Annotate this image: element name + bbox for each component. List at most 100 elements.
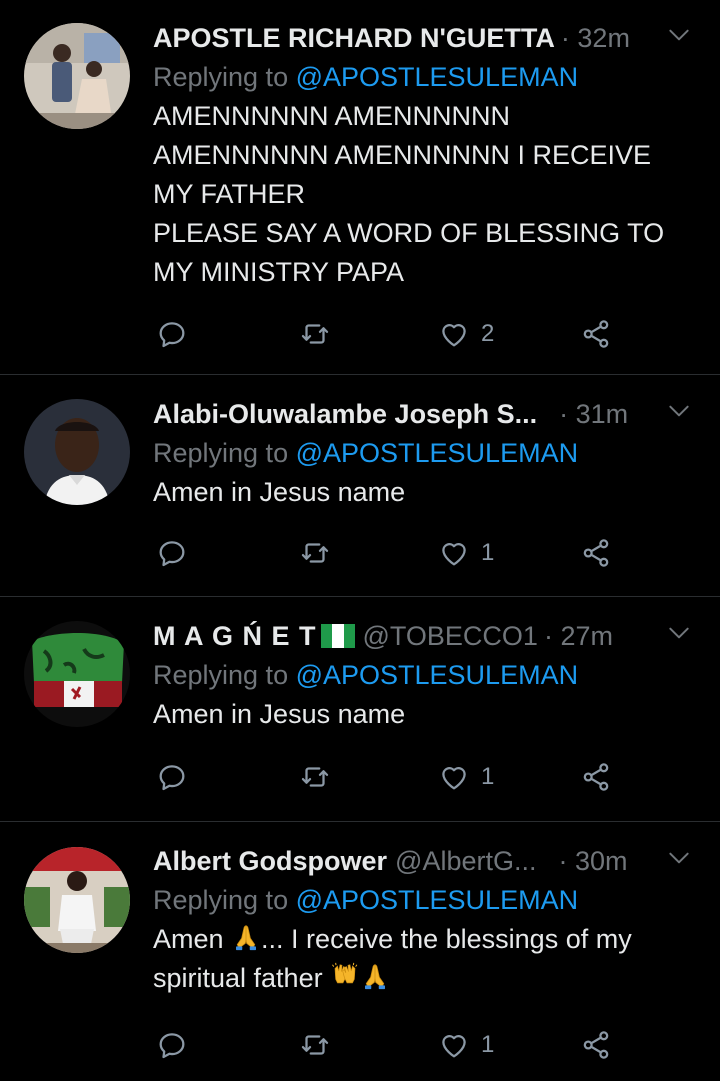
- folded-hands-emoji: [360, 961, 390, 991]
- reply-button[interactable]: [155, 757, 189, 797]
- retweet-icon: [298, 317, 332, 351]
- replying-to: Replying to @APOSTLESULEMAN: [153, 62, 700, 93]
- retweet-button[interactable]: [298, 314, 332, 354]
- retweet-button[interactable]: [298, 1025, 332, 1065]
- action-bar: 2: [153, 314, 623, 354]
- action-bar: 1: [153, 533, 623, 573]
- retweet-icon: [298, 760, 332, 794]
- share-icon: [579, 1028, 613, 1062]
- share-icon: [579, 760, 613, 794]
- reply-button[interactable]: [155, 1025, 189, 1065]
- tweet-text: AMENNNNNN AMENNNNNN AMENNNNNN AMENNNNNN …: [153, 97, 700, 292]
- replying-label: Replying to: [153, 62, 296, 92]
- avatar[interactable]: [24, 23, 130, 129]
- replying-label: Replying to: [153, 885, 296, 915]
- chevron-down-icon[interactable]: [666, 398, 692, 424]
- tweet-header: Albert Godspower @AlbertG... · 30m: [153, 843, 700, 879]
- chevron-down-icon[interactable]: [666, 22, 692, 48]
- share-icon: [579, 536, 613, 570]
- tweet-line: AMENNNNNN AMENNNNNN: [153, 101, 511, 131]
- tweet-line: spiritual father: [153, 959, 700, 998]
- timestamp[interactable]: · 32m: [561, 23, 630, 54]
- like-count: 2: [481, 320, 495, 347]
- retweet-button[interactable]: [298, 757, 332, 797]
- avatar[interactable]: [24, 399, 130, 505]
- replying-label: Replying to: [153, 660, 296, 690]
- tweet-4[interactable]: Albert Godspower @AlbertG... · 30m Reply…: [0, 822, 720, 1081]
- avatar[interactable]: [24, 621, 130, 727]
- display-name[interactable]: Albert Godspower: [153, 846, 387, 877]
- tweet-header: M A G Ń E T @TOBECCO1 · 27m: [153, 618, 700, 654]
- heart-icon: [437, 760, 471, 794]
- like-button[interactable]: 1: [437, 1025, 494, 1065]
- like-count: 1: [481, 1031, 495, 1058]
- retweet-icon: [298, 1028, 332, 1062]
- tweet-line: AMENNNNNN AMENNNNNN I RECEIVE: [153, 140, 652, 170]
- avatar-photo: [24, 23, 130, 129]
- heart-icon: [437, 317, 471, 351]
- display-name[interactable]: M A G Ń E T: [153, 621, 317, 652]
- nigeria-flag-emoji: [320, 624, 355, 648]
- chevron-down-icon[interactable]: [666, 620, 692, 646]
- reply-button[interactable]: [155, 314, 189, 354]
- reply-mention-link[interactable]: @APOSTLESULEMAN: [296, 660, 579, 690]
- reply-mention-link[interactable]: @APOSTLESULEMAN: [296, 438, 579, 468]
- like-button[interactable]: 1: [437, 757, 494, 797]
- tweet-line: Amen in Jesus name: [153, 477, 406, 507]
- user-handle[interactable]: @TOBECCO1: [363, 621, 538, 652]
- share-button[interactable]: [579, 314, 613, 354]
- retweet-button[interactable]: [298, 533, 332, 573]
- raising-hands-emoji: [330, 961, 360, 991]
- replying-to: Replying to @APOSTLESULEMAN: [153, 885, 700, 916]
- user-handle[interactable]: @AlbertG...: [395, 846, 536, 877]
- replying-to: Replying to @APOSTLESULEMAN: [153, 438, 700, 469]
- reply-mention-link[interactable]: @APOSTLESULEMAN: [296, 885, 579, 915]
- like-button[interactable]: 2: [437, 314, 494, 354]
- tweet-line: Amen ... I receive the blessings of my: [153, 920, 700, 959]
- retweet-icon: [298, 536, 332, 570]
- display-name[interactable]: APOSTLE RICHARD N'GUETTA: [153, 23, 555, 54]
- replying-label: Replying to: [153, 438, 296, 468]
- timestamp[interactable]: · 31m: [559, 399, 628, 430]
- tweet-text: Amen in Jesus name: [153, 695, 700, 734]
- replying-to: Replying to @APOSTLESULEMAN: [153, 660, 700, 691]
- avatar[interactable]: [24, 847, 130, 953]
- reply-icon: [155, 1028, 189, 1062]
- tweet-1[interactable]: APOSTLE RICHARD N'GUETTA · 32m Replying …: [0, 0, 720, 375]
- tweet-line: MY MINISTRY PAPA: [153, 257, 405, 287]
- tweet-line: Amen in Jesus name: [153, 699, 406, 729]
- chevron-down-icon[interactable]: [666, 845, 692, 871]
- heart-icon: [437, 536, 471, 570]
- avatar-photo: [24, 399, 130, 505]
- display-name[interactable]: Alabi-Oluwalambe Joseph S...: [153, 399, 537, 430]
- like-button[interactable]: 1: [437, 533, 494, 573]
- tweet-3[interactable]: M A G Ń E T @TOBECCO1 · 27m Replying to …: [0, 597, 720, 822]
- action-bar: 1: [153, 757, 623, 797]
- reply-icon: [155, 760, 189, 794]
- reply-icon: [155, 536, 189, 570]
- avatar-photo: [24, 847, 130, 953]
- timestamp[interactable]: · 30m: [558, 846, 627, 877]
- reply-icon: [155, 317, 189, 351]
- tweet-text: Amen ... I receive the blessings of my s…: [153, 920, 700, 998]
- share-button[interactable]: [579, 757, 613, 797]
- like-count: 1: [481, 763, 495, 790]
- tweet-line: PLEASE SAY A WORD OF BLESSING TO: [153, 218, 665, 248]
- reply-mention-link[interactable]: @APOSTLESULEMAN: [296, 62, 579, 92]
- share-icon: [579, 317, 613, 351]
- tweet-text-segment: Amen: [153, 924, 232, 954]
- reply-button[interactable]: [155, 533, 189, 573]
- tweet-header: Alabi-Oluwalambe Joseph S... · 31m: [153, 396, 700, 432]
- tweet-text-segment: ... I receive the blessings of my: [261, 924, 632, 954]
- tweet-line: MY FATHER: [153, 179, 306, 209]
- timestamp[interactable]: · 27m: [544, 621, 613, 652]
- share-button[interactable]: [579, 1025, 613, 1065]
- tweet-text: Amen in Jesus name: [153, 473, 700, 512]
- like-count: 1: [481, 539, 495, 566]
- avatar-photo: [24, 621, 130, 727]
- tweet-header: APOSTLE RICHARD N'GUETTA · 32m: [153, 20, 700, 56]
- tweet-2[interactable]: Alabi-Oluwalambe Joseph S... · 31m Reply…: [0, 375, 720, 597]
- heart-icon: [437, 1028, 471, 1062]
- share-button[interactable]: [579, 533, 613, 573]
- action-bar: 1: [153, 1025, 623, 1065]
